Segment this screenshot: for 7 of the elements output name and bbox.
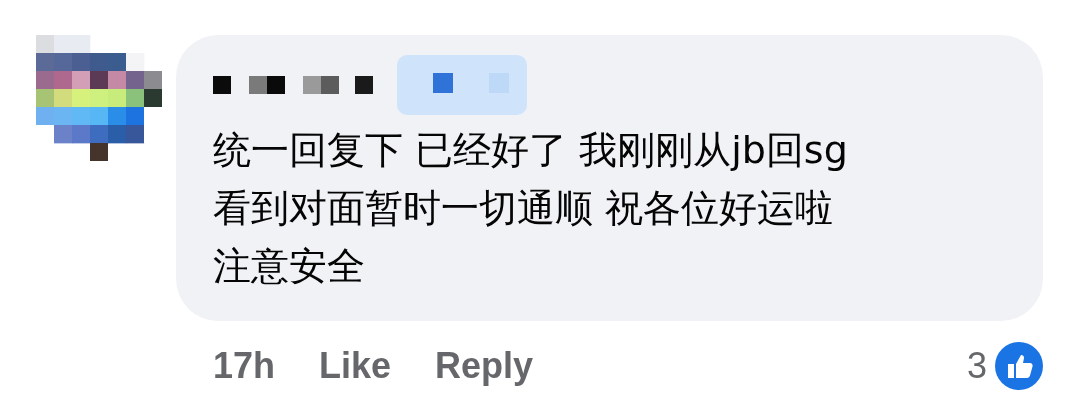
blurred-badge-icon — [397, 55, 527, 115]
comment-action-link[interactable]: Like — [319, 345, 392, 387]
comment-text: 统一回复下 已经好了 我刚刚从jb回sg 看到对面暂时一切通顺 祝各位好运啦 注意安全 — [213, 127, 849, 290]
thumbs-up-icon — [995, 342, 1043, 390]
comment-action-link[interactable]: Reply — [435, 345, 534, 387]
comment-time: 17h — [213, 345, 276, 387]
reaction-count: 3 — [966, 345, 987, 387]
